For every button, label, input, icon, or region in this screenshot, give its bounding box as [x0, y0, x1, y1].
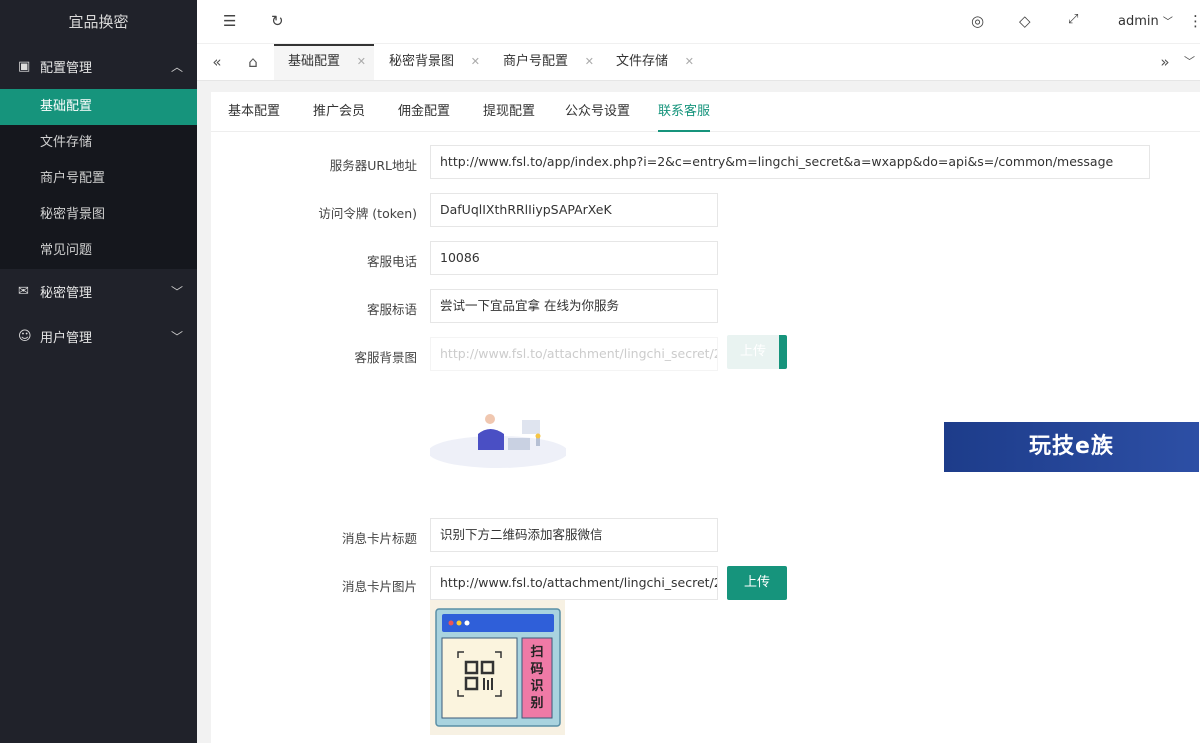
- token-label: 访问令牌 (token): [318, 206, 417, 221]
- watermark-logo: 玩技e族: [944, 422, 1199, 472]
- chevron-down-icon: ﹀: [170, 330, 183, 344]
- tab-scroll-left-icon[interactable]: «: [197, 44, 237, 80]
- sidebar-group-user[interactable]: ☺ 用户管理 ﹀: [0, 314, 197, 359]
- phone-label: 客服电话: [366, 254, 417, 269]
- sidebar-group-config[interactable]: ▣ 配置管理 ︿: [0, 44, 197, 89]
- user-name: admin: [1118, 14, 1159, 29]
- subtab-contact-service[interactable]: 联系客服: [658, 92, 711, 132]
- card-upload-button[interactable]: 上传: [727, 566, 787, 600]
- sidebar-item-faq[interactable]: 常见问题: [0, 233, 197, 269]
- card-image-preview: 扫码识别: [430, 600, 565, 735]
- sidebar-group-label: 用户管理: [40, 331, 93, 346]
- tab-file-storage[interactable]: 文件存储 ✕: [602, 44, 702, 80]
- user-icon: ☺: [18, 329, 32, 344]
- tab-bar: « ⌂ 基础配置 ✕ 秘密背景图 ✕ 商户号配置 ✕ 文件存储 ✕ » ﹀: [197, 44, 1200, 81]
- subtab-commission[interactable]: 佣金配置: [398, 92, 450, 132]
- subtab-withdraw[interactable]: 提现配置: [483, 92, 535, 132]
- sidebar-group-secret[interactable]: ✉ 秘密管理 ﹀: [0, 269, 197, 314]
- token-input[interactable]: DafUqlIXthRRlIiypSAPArXeK: [430, 193, 718, 227]
- sidebar-item-merchant-config[interactable]: 商户号配置: [0, 161, 197, 197]
- subtab-official-account[interactable]: 公众号设置: [565, 92, 630, 132]
- tab-label: 基础配置: [288, 54, 341, 69]
- card-title-input[interactable]: 识别下方二维码添加客服微信: [430, 518, 718, 552]
- slogan-label: 客服标语: [366, 302, 417, 317]
- qr-side-text: 扫码识别: [530, 645, 544, 711]
- bg-image-label: 客服背景图: [354, 350, 417, 365]
- top-header: ☰ ↻ ◎ ◇ ⤢ admin ﹀ ⋮: [197, 0, 1200, 44]
- card-image-label: 消息卡片图片: [341, 579, 417, 594]
- sidebar-group-label: 秘密管理: [40, 286, 93, 301]
- close-icon[interactable]: ✕: [471, 44, 480, 80]
- bg-upload-button[interactable]: 上传: [727, 335, 787, 369]
- server-url-label: 服务器URL地址: [329, 158, 417, 173]
- sidebar-item-secret-bg[interactable]: 秘密背景图: [0, 197, 197, 233]
- tag-icon[interactable]: ◇: [1019, 12, 1031, 30]
- sidebar-group-label: 配置管理: [40, 61, 93, 76]
- close-icon[interactable]: ✕: [685, 44, 694, 80]
- more-icon[interactable]: ⋮: [1188, 12, 1200, 30]
- settings-subtabs: 基本配置 推广会员 佣金配置 提现配置 公众号设置 联系客服: [211, 92, 1200, 132]
- subtab-promotion[interactable]: 推广会员: [313, 92, 365, 132]
- server-url-input[interactable]: http://www.fsl.to/app/index.php?i=2&c=en…: [430, 145, 1150, 179]
- tab-secret-bg[interactable]: 秘密背景图 ✕: [375, 44, 488, 80]
- tab-label: 秘密背景图: [389, 54, 455, 69]
- user-menu[interactable]: admin ﹀: [1118, 13, 1173, 29]
- sidebar-item-basic-config[interactable]: 基础配置: [0, 89, 197, 125]
- menu-fold-icon[interactable]: ☰: [223, 12, 236, 30]
- chevron-down-icon[interactable]: ﹀: [1179, 44, 1200, 80]
- close-icon[interactable]: ✕: [585, 44, 594, 80]
- mail-icon: ✉: [18, 284, 29, 299]
- settings-icon: ▣: [18, 59, 31, 74]
- chevron-down-icon: ﹀: [1162, 17, 1173, 28]
- tab-label: 商户号配置: [503, 54, 569, 69]
- sidebar-item-file-storage[interactable]: 文件存储: [0, 125, 197, 161]
- card-title-label: 消息卡片标题: [341, 531, 417, 546]
- bg-image-preview: [430, 372, 566, 472]
- chevron-down-icon: ﹀: [170, 285, 183, 299]
- sidebar: 宜品换密 ▣ 配置管理 ︿ 基础配置 文件存储 商户号配置 秘密背景图 常见问题…: [0, 0, 197, 743]
- home-icon[interactable]: ⌂: [233, 44, 273, 80]
- tab-merchant-config[interactable]: 商户号配置 ✕: [489, 44, 602, 80]
- fullscreen-icon[interactable]: ⤢: [1068, 12, 1078, 27]
- app-title: 宜品换密: [0, 0, 197, 44]
- slogan-input[interactable]: 尝试一下宜品宜拿 在线为你服务: [430, 289, 718, 323]
- close-icon[interactable]: ✕: [357, 46, 366, 78]
- refresh-icon[interactable]: ↻: [271, 12, 284, 30]
- phone-input[interactable]: 10086: [430, 241, 718, 275]
- chevron-up-icon: ︿: [170, 60, 183, 74]
- bg-image-input[interactable]: http://www.fsl.to/attachment/lingchi_sec…: [430, 337, 718, 371]
- subtab-basic[interactable]: 基本配置: [228, 92, 280, 132]
- tab-label: 文件存储: [616, 54, 669, 69]
- tab-basic-config[interactable]: 基础配置 ✕: [274, 44, 374, 80]
- illustration-image: [430, 372, 566, 472]
- main-content: 基本配置 推广会员 佣金配置 提现配置 公众号设置 联系客服 服务器URL地址 …: [211, 92, 1200, 743]
- sidebar-subnav: 基础配置 文件存储 商户号配置 秘密背景图 常见问题: [0, 89, 197, 269]
- theme-icon[interactable]: ◎: [971, 12, 984, 30]
- card-image-input[interactable]: http://www.fsl.to/attachment/lingchi_sec…: [430, 566, 718, 600]
